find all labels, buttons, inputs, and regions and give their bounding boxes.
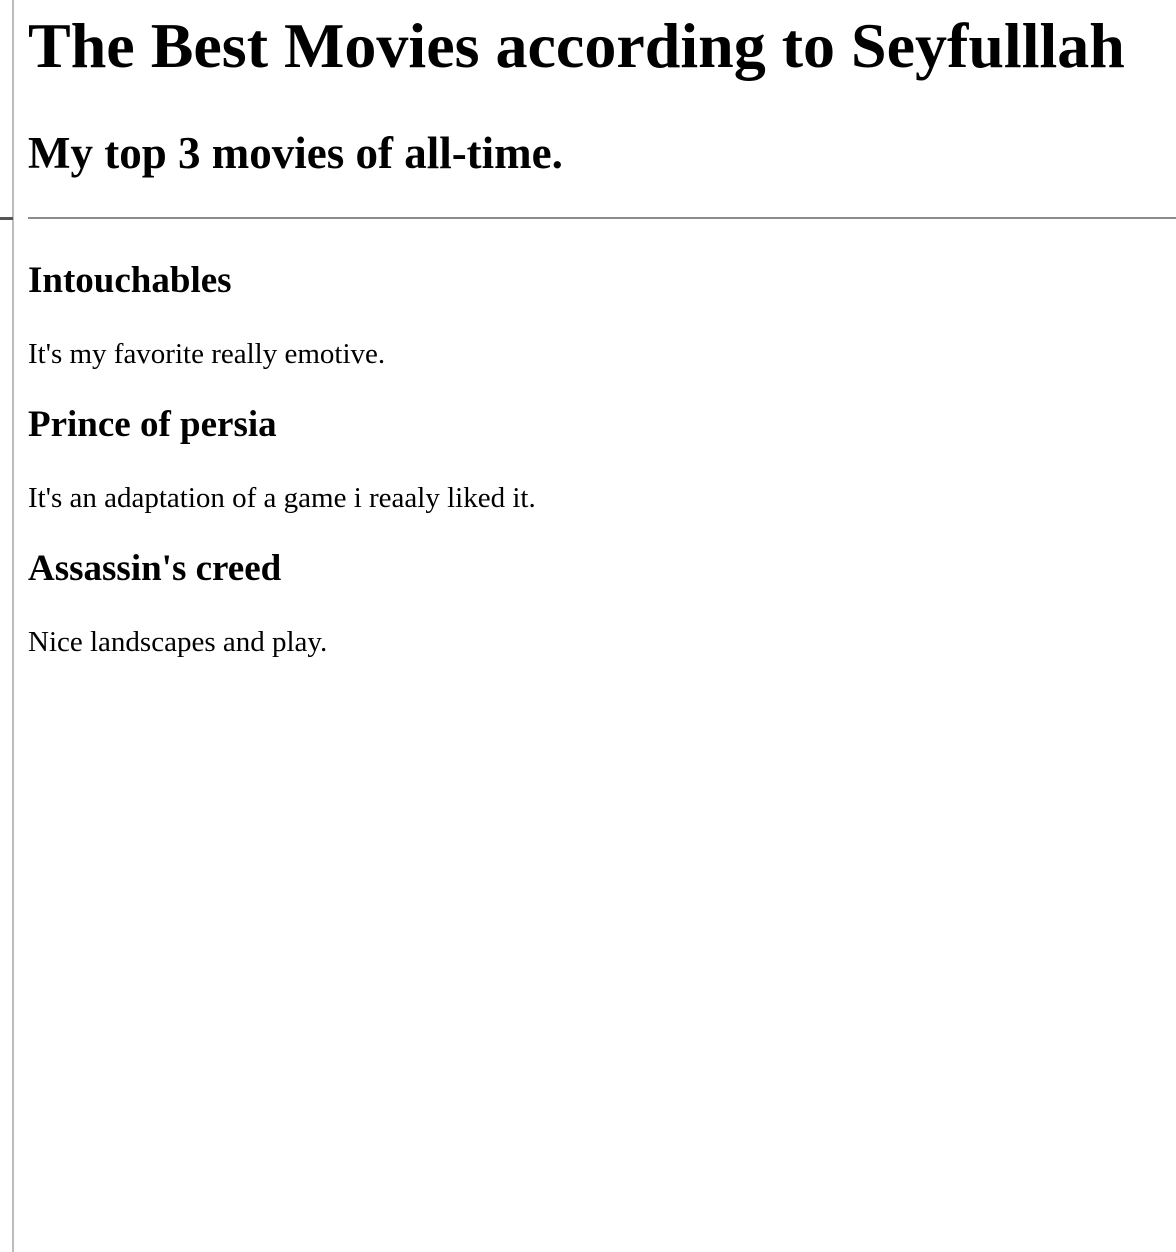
movie-list: Intouchables It's my favorite really emo…	[28, 259, 1176, 659]
section-divider	[28, 217, 1176, 219]
movie-description-prince-of-persia: It's an adaptation of a game i reaaly li…	[28, 482, 536, 514]
movie-description-assassins-creed: Nice landscapes and play.	[28, 626, 328, 658]
page-subtitle: My top 3 movies of all-time.	[28, 128, 563, 178]
page-title: The Best Movies according to Seyfulllah	[28, 10, 1125, 81]
movie-title-assassins-creed: Assassin's creed	[28, 548, 282, 589]
left-border-line	[12, 0, 14, 1252]
left-border-tick	[0, 217, 13, 220]
movie-description-intouchables: It's my favorite really emotive.	[28, 338, 386, 370]
movie-title-intouchables: Intouchables	[28, 260, 232, 301]
movie-title-prince-of-persia: Prince of persia	[28, 404, 277, 445]
page-content: The Best Movies according to Seyfulllah …	[28, 0, 1176, 659]
